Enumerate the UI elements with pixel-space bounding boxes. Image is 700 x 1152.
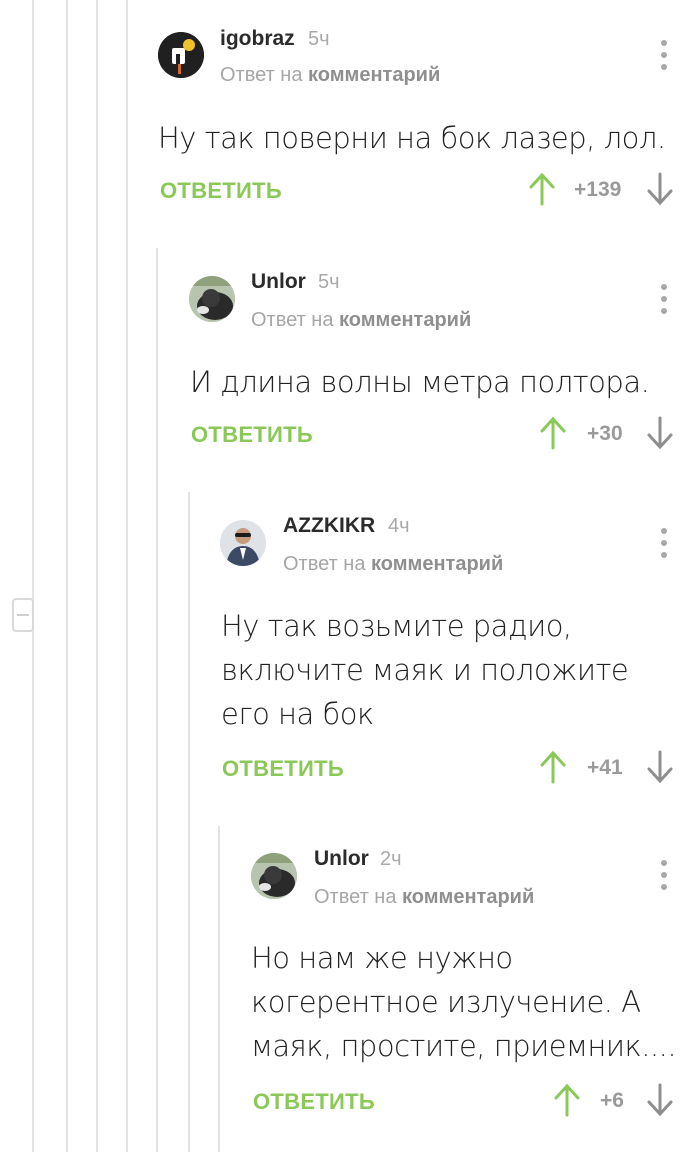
thread-line (218, 826, 220, 1152)
comment-rating: +139 (574, 178, 622, 201)
comment-time: 5ч (308, 28, 330, 50)
arrow-down-icon[interactable] (647, 416, 673, 450)
comment-text-line: его на бок (221, 697, 374, 731)
arrow-up-icon[interactable] (540, 416, 566, 450)
reply-target: комментарий (402, 886, 535, 908)
reply-to-link[interactable]: Ответ на комментарий (251, 309, 471, 332)
arrow-down-icon[interactable] (647, 172, 673, 206)
more-menu-icon[interactable] (660, 528, 668, 564)
more-menu-icon[interactable] (660, 40, 668, 76)
avatar[interactable] (251, 853, 297, 899)
arrow-up-icon[interactable] (529, 172, 555, 206)
arrow-down-icon[interactable] (647, 750, 673, 784)
avatar[interactable] (158, 32, 204, 78)
comment-text-line: Ну так возьмите радио, (221, 609, 572, 643)
reply-button[interactable]: ОТВЕТИТЬ (253, 1089, 375, 1115)
avatar[interactable] (220, 520, 266, 566)
more-menu-icon[interactable] (660, 284, 668, 320)
comment-text: Ну так возьмите радио, включите маяк и п… (221, 604, 629, 736)
comment-text: Ну так поверни на бок лазер, лол. (158, 121, 666, 155)
comment-time: 5ч (318, 271, 340, 293)
reply-to-link[interactable]: Ответ на комментарий (314, 886, 534, 909)
comment-text-line: Но нам же нужно (251, 941, 513, 975)
arrow-down-icon[interactable] (647, 1083, 673, 1117)
comment-username[interactable]: AZZKIKR (283, 514, 375, 538)
thread-line (66, 0, 68, 1152)
reply-prefix: Ответ на (314, 886, 397, 908)
reply-button[interactable]: ОТВЕТИТЬ (160, 178, 282, 204)
comment-rating: +41 (587, 756, 623, 779)
comment-username[interactable]: igobraz (220, 27, 295, 51)
comment-username[interactable]: Unlor (314, 847, 369, 871)
reply-target: комментарий (371, 553, 504, 575)
comment-text: Но нам же нужно когерентное излучение. А… (251, 936, 677, 1068)
thread-line (156, 248, 158, 1152)
comment-username[interactable]: Unlor (251, 270, 306, 294)
comment-text-line: маяк, простите, приемник.... (251, 1029, 677, 1063)
reply-to-link[interactable]: Ответ на комментарий (283, 553, 503, 576)
comment-rating: +6 (600, 1089, 624, 1112)
thread-line (126, 0, 128, 1152)
reply-prefix: Ответ на (251, 309, 334, 331)
comment-text-line: когерентное излучение. А (251, 985, 641, 1019)
thread-line (96, 0, 98, 1152)
more-menu-icon[interactable] (660, 860, 668, 896)
comment-time: 4ч (388, 515, 410, 537)
comment-text: И длина волны метра полтора. (190, 365, 650, 399)
collapse-thread-button[interactable] (12, 598, 34, 632)
reply-prefix: Ответ на (283, 553, 366, 575)
reply-target: комментарий (339, 309, 472, 331)
arrow-up-icon[interactable] (554, 1083, 580, 1117)
reply-button[interactable]: ОТВЕТИТЬ (191, 422, 313, 448)
reply-target: комментарий (308, 64, 441, 86)
reply-prefix: Ответ на (220, 64, 303, 86)
comment-time: 2ч (380, 848, 402, 870)
avatar[interactable] (189, 276, 235, 322)
reply-to-link[interactable]: Ответ на комментарий (220, 64, 440, 87)
comment-text-line: включите маяк и положите (221, 653, 629, 687)
thread-line (32, 0, 34, 1152)
comment-rating: +30 (587, 422, 623, 445)
arrow-up-icon[interactable] (540, 750, 566, 784)
reply-button[interactable]: ОТВЕТИТЬ (222, 756, 344, 782)
thread-line (188, 492, 190, 1152)
